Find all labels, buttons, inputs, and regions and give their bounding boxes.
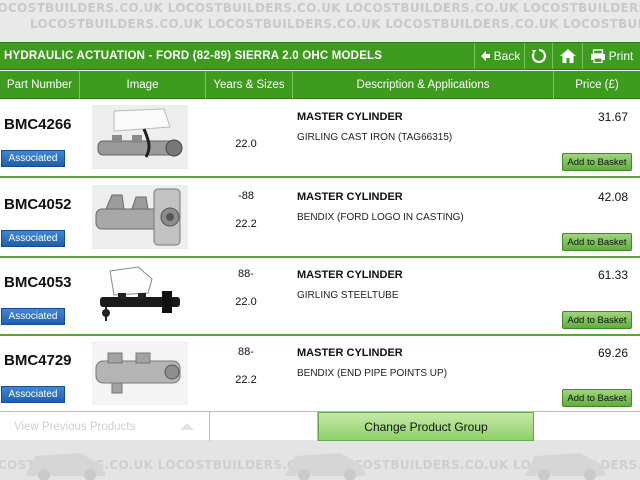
product-title: MASTER CYLINDER: [297, 269, 403, 281]
watermark-car-icon: [285, 453, 366, 480]
view-previous-products-button[interactable]: View Previous Products: [0, 412, 210, 441]
product-image[interactable]: [92, 263, 188, 327]
product-image[interactable]: [92, 105, 188, 169]
associated-button[interactable]: Associated: [1, 150, 65, 167]
size-value: 22.2: [235, 218, 257, 230]
print-button[interactable]: Print: [582, 43, 640, 69]
product-title: MASTER CYLINDER: [297, 111, 403, 123]
print-label: Print: [608, 49, 634, 63]
footer-spacer: [210, 412, 318, 441]
table-row: BMC4729 Associated 88- 22.2 MASTER CYLIN…: [0, 336, 640, 414]
product-application: GIRLING CAST IRON (TAG66315): [297, 132, 453, 143]
part-number: BMC4266: [4, 116, 72, 133]
watermark-text: LOCOSTBUILDERS.CO.UK LOCOSTBUILDERS.CO.U…: [30, 17, 640, 31]
years-value: -88: [238, 190, 254, 202]
refresh-icon: [531, 48, 547, 64]
refresh-button[interactable]: [524, 43, 552, 69]
associated-button[interactable]: Associated: [1, 308, 65, 325]
watermark-text: LOCOSTBUILDERS.CO.UK LOCOSTBUILDERS.CO.U…: [0, 1, 640, 15]
associated-button[interactable]: Associated: [1, 386, 65, 403]
watermark-car-icon: [25, 453, 106, 480]
add-to-basket-button[interactable]: Add to Basket: [562, 311, 632, 329]
product-application: BENDIX (FORD LOGO IN CASTING): [297, 212, 464, 223]
page-title: HYDRAULIC ACTUATION - FORD (82-89) SIERR…: [4, 50, 383, 62]
price-value: 42.08: [597, 190, 628, 204]
column-header-image: Image: [80, 71, 206, 99]
footer-nav: View Previous Products Change Product Gr…: [0, 411, 640, 441]
home-icon: [559, 48, 577, 64]
page-header: HYDRAULIC ACTUATION - FORD (82-89) SIERR…: [0, 42, 640, 70]
column-header-years-sizes: Years & Sizes: [206, 71, 293, 99]
printer-icon: [590, 49, 606, 63]
product-application: BENDIX (END PIPE POINTS UP): [297, 368, 448, 379]
watermark-car-icon: [525, 453, 606, 480]
part-number: BMC4053: [4, 274, 72, 291]
back-arrow-icon: [479, 50, 491, 62]
table-row: BMC4052 Associated -88 22.2 MASTER CYLIN…: [0, 180, 640, 258]
column-header-price: Price (£): [575, 79, 619, 91]
product-title: MASTER CYLINDER: [297, 191, 403, 203]
table-row: BMC4266 Associated 22.0 MASTER CYLINDER …: [0, 100, 640, 178]
product-image[interactable]: [92, 185, 188, 249]
price-value: 69.26: [597, 346, 628, 360]
part-number: BMC4052: [4, 196, 72, 213]
table-row: BMC4053 Associated 88- 22.0 MASTER CYLIN…: [0, 258, 640, 336]
home-button[interactable]: [552, 43, 582, 69]
part-number: BMC4729: [4, 352, 72, 369]
product-title: MASTER CYLINDER: [297, 347, 403, 359]
size-value: 22.0: [235, 138, 257, 150]
add-to-basket-button[interactable]: Add to Basket: [562, 153, 632, 171]
add-to-basket-button[interactable]: Add to Basket: [562, 389, 632, 407]
view-previous-label: View Previous Products: [14, 420, 136, 433]
associated-button[interactable]: Associated: [1, 230, 65, 247]
years-value: 88-: [238, 268, 254, 280]
size-value: 22.2: [235, 374, 257, 386]
arrow-up-icon: [180, 423, 194, 430]
add-to-basket-button[interactable]: Add to Basket: [562, 233, 632, 251]
years-value: 88-: [238, 346, 254, 358]
product-application: GIRLING STEELTUBE: [297, 290, 399, 301]
watermark-band: LOCOSTBUILDERS.CO.UK LOCOSTBUILDERS.CO.U…: [0, 0, 640, 42]
column-header-part-number: Part Number: [0, 71, 80, 99]
product-image[interactable]: [92, 341, 188, 405]
change-product-group-button[interactable]: Change Product Group: [318, 412, 534, 441]
back-button[interactable]: Back: [474, 43, 524, 69]
price-value: 31.67: [597, 110, 628, 124]
size-value: 22.0: [235, 296, 257, 308]
price-value: 61.33: [597, 268, 628, 282]
footer-empty-cell: [534, 412, 640, 441]
back-label: Back: [493, 49, 521, 63]
column-header-description: Description & Applications: [293, 71, 554, 99]
table-header: Part Number Image Years & Sizes Descript…: [0, 71, 640, 99]
footer: LOCOSTBUILDERS.CO.UK LOCOSTBUILDERS.CO.U…: [0, 411, 640, 480]
